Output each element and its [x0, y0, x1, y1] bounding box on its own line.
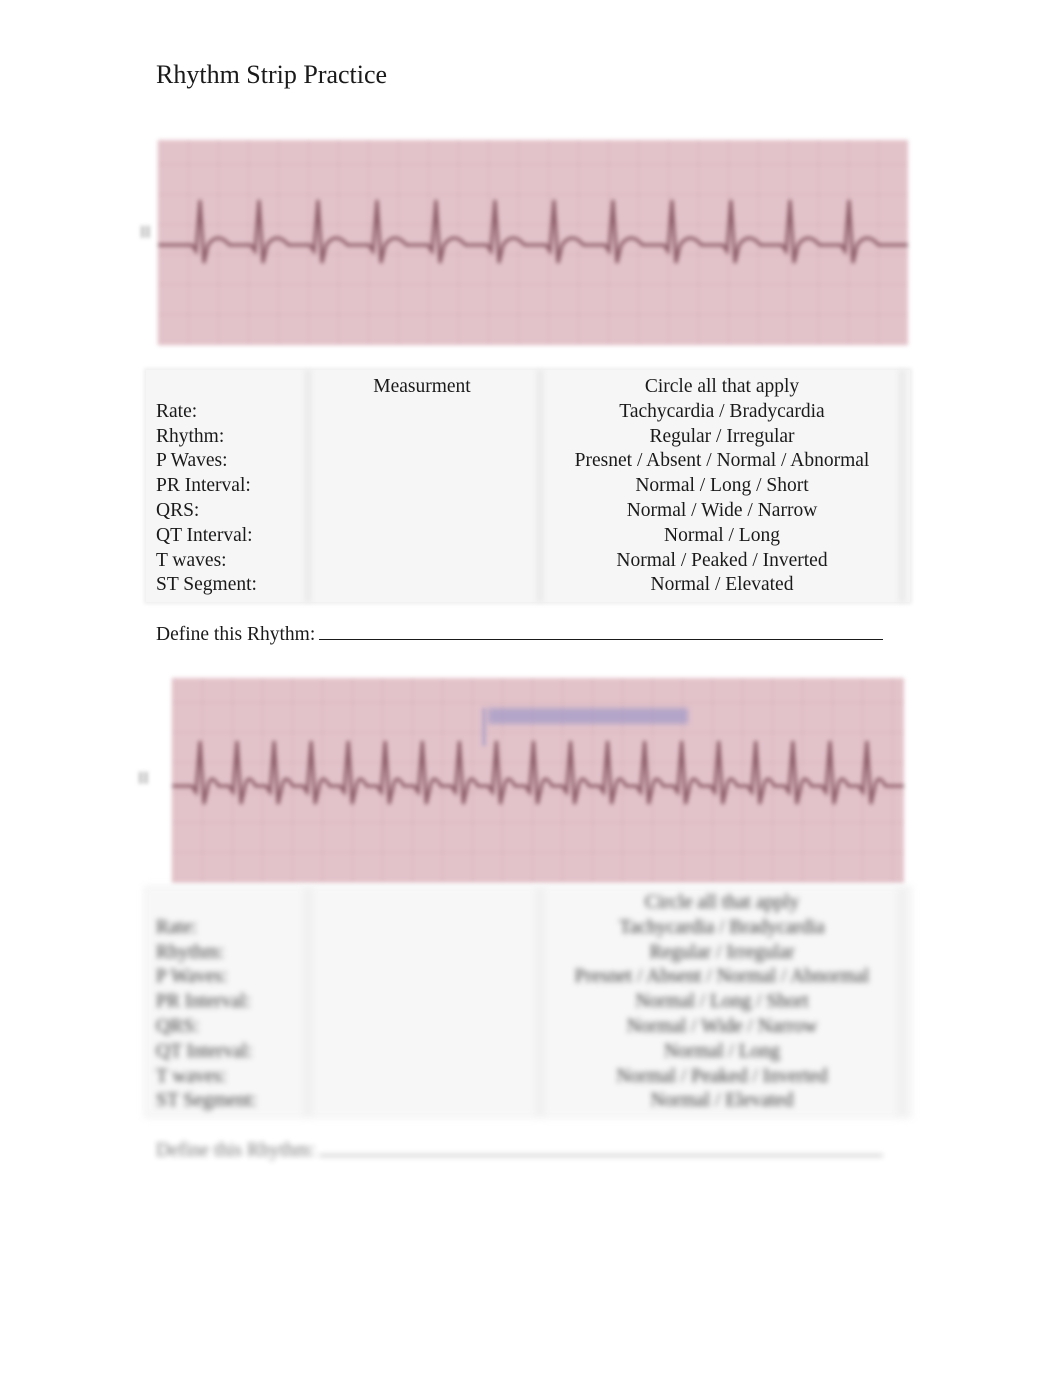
options-cell[interactable]: Presnet / Absent / Normal / Abnormal	[546, 964, 898, 989]
options-cell[interactable]: Normal / Long / Short	[546, 989, 898, 1014]
options-cell[interactable]: Normal / Peaked / Inverted	[546, 548, 898, 573]
row-label: P Waves:	[156, 966, 228, 988]
page-title: Rhythm Strip Practice	[156, 60, 388, 89]
table-header-row: Measurment Circle all that apply	[146, 374, 910, 399]
annotation-pointer	[482, 708, 486, 746]
table-row: PR Interval: Normal / Long / Short	[146, 473, 910, 498]
table-row: QRS: Normal / Wide / Narrow	[146, 1014, 910, 1039]
row-label: PR Interval:	[156, 475, 251, 497]
options-cell[interactable]: Normal / Long	[546, 523, 898, 548]
assessment-table-1: Measurment Circle all that apply Rate: Ta…	[146, 370, 910, 602]
row-label: T waves:	[156, 1065, 227, 1087]
header-measurement: Measurment	[373, 376, 471, 397]
table-row: Rate: Tachycardia / Bradycardia	[146, 399, 910, 424]
table-row: PR Interval: Normal / Long / Short	[146, 989, 910, 1014]
ecg-trace-1	[158, 199, 908, 264]
lead-label: II	[140, 224, 151, 241]
table-row: QRS: Normal / Wide / Narrow	[146, 498, 910, 523]
row-label: QT Interval:	[156, 524, 253, 546]
options-cell[interactable]: Normal / Long / Short	[546, 473, 898, 498]
table-row: P Waves: Presnet / Absent / Normal / Abno…	[146, 964, 910, 989]
define-rhythm-line-2: Define this Rhythm:	[156, 1137, 884, 1162]
assessment-table-2: Circle all that apply Rate: Tachycardia /…	[146, 888, 910, 1116]
options-cell[interactable]: Tachycardia / Bradycardia	[546, 399, 898, 424]
options-cell[interactable]: Regular / Irregular	[546, 424, 898, 449]
define-rhythm-label: Define this Rhythm:	[156, 1140, 316, 1161]
row-label: Rate:	[156, 916, 198, 938]
row-label: QRS:	[156, 1016, 200, 1037]
row-label: QRS:	[156, 500, 200, 521]
table-header-row: Circle all that apply	[146, 890, 910, 915]
options-cell[interactable]: Presnet / Absent / Normal / Abnormal	[546, 448, 898, 473]
row-label: Rhythm:	[156, 941, 225, 963]
row-label: P Waves:	[156, 450, 228, 472]
define-rhythm-line: Define this Rhythm:	[156, 621, 884, 646]
row-label: T waves:	[156, 549, 227, 571]
row-label: ST Segment:	[156, 1090, 257, 1112]
options-cell[interactable]: Normal / Long	[546, 1039, 898, 1064]
row-label: ST Segment:	[156, 574, 257, 596]
options-cell[interactable]: Normal / Elevated	[546, 572, 898, 597]
table-row: P Waves: Presnet / Absent / Normal / Abno…	[146, 448, 910, 473]
options-cell[interactable]: Tachycardia / Bradycardia	[546, 915, 898, 940]
table-row: QT Interval: Normal / Long	[146, 523, 910, 548]
table-row: Rate: Tachycardia / Bradycardia	[146, 915, 910, 940]
lead-label: II	[138, 770, 149, 787]
table-row: T waves: Normal / Peaked / Inverted	[146, 1064, 910, 1089]
header-circle: Circle all that apply	[644, 376, 800, 397]
table-row: ST Segment: Normal / Elevated	[146, 1088, 910, 1113]
define-rhythm-label: Define this Rhythm:	[156, 624, 316, 645]
options-cell[interactable]: Normal / Wide / Narrow	[546, 498, 898, 523]
table-row: QT Interval: Normal / Long	[146, 1039, 910, 1064]
options-cell[interactable]: Regular / Irregular	[546, 940, 898, 965]
row-label: PR Interval:	[156, 991, 251, 1013]
ecg-waveform	[172, 740, 904, 805]
row-label: Rhythm:	[156, 425, 225, 447]
table-row: Rhythm: Regular / Irregular	[146, 940, 910, 965]
table-row: Rhythm: Regular / Irregular	[146, 424, 910, 449]
options-cell[interactable]: Normal / Elevated	[546, 1088, 898, 1113]
row-label: QT Interval:	[156, 1040, 253, 1062]
ecg-waveform	[158, 199, 908, 264]
ecg-strip-1	[158, 140, 908, 345]
row-label: Rate:	[156, 400, 198, 422]
annotation-label	[488, 708, 688, 724]
options-cell[interactable]: Normal / Wide / Narrow	[546, 1014, 898, 1039]
header-circle: Circle all that apply	[644, 892, 800, 913]
define-rhythm-blank[interactable]	[319, 1137, 884, 1156]
options-cell[interactable]: Normal / Peaked / Inverted	[546, 1064, 898, 1089]
table-row: ST Segment: Normal / Elevated	[146, 572, 910, 597]
define-rhythm-blank[interactable]	[319, 621, 884, 640]
table-row: T waves: Normal / Peaked / Inverted	[146, 548, 910, 573]
